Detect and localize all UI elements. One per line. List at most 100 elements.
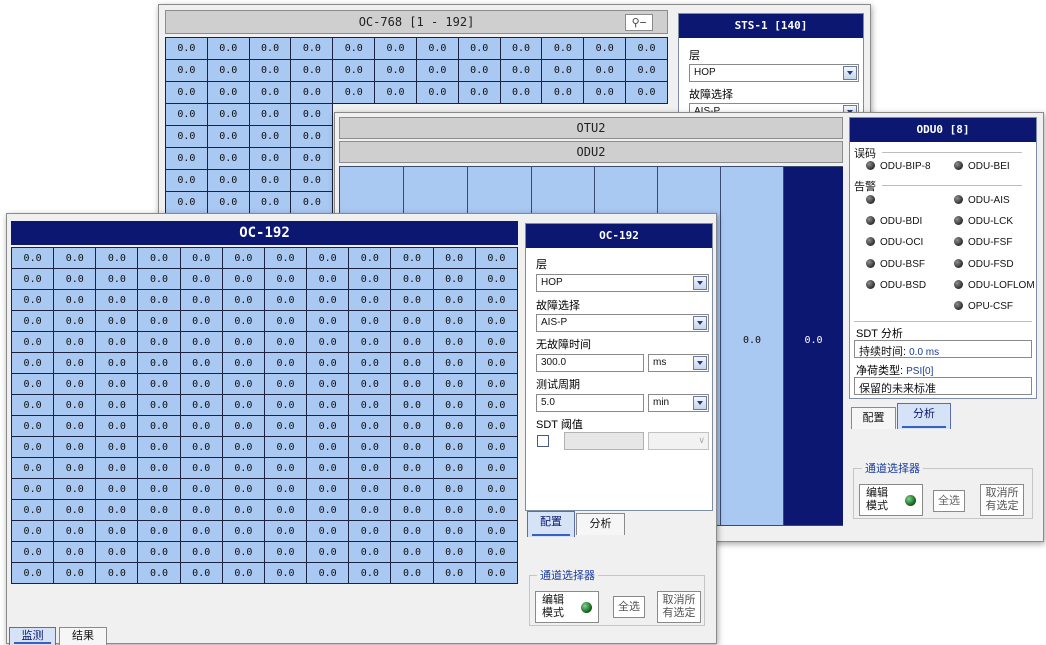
channel-cell[interactable]: 0.0: [137, 268, 181, 290]
channel-cell[interactable]: 0.0: [348, 331, 392, 353]
channel-cell[interactable]: 0.0: [179, 520, 223, 542]
channel-cell[interactable]: 0.0: [179, 541, 223, 563]
channel-cell[interactable]: 0.0: [474, 499, 519, 521]
channel-cell[interactable]: 0.0: [221, 268, 265, 290]
channel-cell[interactable]: 0.0: [179, 478, 223, 500]
channel-cell[interactable]: 0.0: [137, 478, 181, 500]
channel-cell[interactable]: 0.0: [179, 331, 223, 353]
channel-cell[interactable]: 0.0: [137, 415, 181, 437]
channel-cell[interactable]: 0.0: [415, 81, 459, 104]
channel-cell[interactable]: 0.0: [290, 59, 334, 82]
channel-cell[interactable]: 0.0: [474, 541, 519, 563]
channel-cell[interactable]: 0.0: [221, 289, 265, 311]
channel-cell[interactable]: 0.0: [457, 37, 501, 60]
channel-cell[interactable]: 0.0: [10, 415, 55, 437]
tab-config[interactable]: 配置: [527, 511, 575, 537]
channel-cell[interactable]: 0.0: [263, 520, 308, 542]
channel-cell[interactable]: 0.0: [432, 499, 476, 521]
channel-cell[interactable]: 0.0: [95, 310, 139, 332]
channel-cell[interactable]: 0.0: [137, 436, 181, 458]
channel-cell[interactable]: 0.0: [625, 37, 668, 60]
channel-cell[interactable]: 0.0: [625, 59, 668, 82]
channel-cell[interactable]: 0.0: [541, 59, 585, 82]
channel-cell[interactable]: 0.0: [221, 415, 265, 437]
channel-cell[interactable]: 0.0: [583, 37, 627, 60]
channel-cell[interactable]: 0.0: [263, 457, 308, 479]
channel-cell[interactable]: 0.0: [474, 415, 519, 437]
channel-cell[interactable]: 0.0: [206, 81, 250, 104]
channel-cell[interactable]: 0.0: [179, 268, 223, 290]
channel-cell[interactable]: 0.0: [179, 373, 223, 395]
channel-cell[interactable]: 0.0: [432, 289, 476, 311]
channel-cell[interactable]: 0.0: [95, 331, 139, 353]
channel-cell[interactable]: 0.0: [53, 310, 97, 332]
channel-cell[interactable]: 0.0: [10, 562, 55, 584]
channel-cell[interactable]: 0.0: [137, 541, 181, 563]
channel-cell[interactable]: 0.0: [248, 81, 292, 104]
channel-cell[interactable]: 0.0: [390, 541, 434, 563]
channel-cell[interactable]: 0.0: [290, 81, 334, 104]
channel-cell[interactable]: 0.0: [474, 373, 519, 395]
channel-cell[interactable]: 0.0: [263, 541, 308, 563]
channel-cell[interactable]: 0.0: [306, 268, 350, 290]
channel-cell[interactable]: 0.0: [179, 247, 223, 269]
channel-cell[interactable]: 0.0: [390, 415, 434, 437]
channel-cell[interactable]: 0.0: [53, 352, 97, 374]
channel-cell[interactable]: 0.0: [137, 373, 181, 395]
channel-cell[interactable]: 0.0: [474, 457, 519, 479]
channel-cell[interactable]: 0.0: [221, 562, 265, 584]
channel-cell[interactable]: 0.0: [263, 562, 308, 584]
channel-cell[interactable]: 0.0: [137, 310, 181, 332]
period-unit-select[interactable]: min: [648, 394, 709, 412]
channel-cell[interactable]: 0.0: [221, 394, 265, 416]
channel-cell[interactable]: 0.0: [541, 81, 585, 104]
channel-cell[interactable]: 0.0: [137, 457, 181, 479]
channel-cell[interactable]: 0.0: [137, 499, 181, 521]
channel-cell[interactable]: 0.0: [53, 373, 97, 395]
channel-cell[interactable]: 0.0: [474, 394, 519, 416]
channel-cell[interactable]: 0.0: [137, 289, 181, 311]
channel-cell[interactable]: 0.0: [348, 562, 392, 584]
channel-cell[interactable]: 0.0: [390, 268, 434, 290]
channel-cell[interactable]: 0.0: [95, 268, 139, 290]
channel-cell[interactable]: 0.0: [332, 59, 376, 82]
channel-cell[interactable]: 0.0: [263, 268, 308, 290]
channel-cell[interactable]: 0.0: [541, 37, 585, 60]
channel-cell[interactable]: 0.0: [179, 394, 223, 416]
channel-cell[interactable]: 0.0: [248, 147, 292, 170]
odu-col-selected[interactable]: 0.0: [784, 167, 843, 525]
channel-cell[interactable]: 0.0: [432, 352, 476, 374]
channel-cell[interactable]: 0.0: [10, 436, 55, 458]
channel-cell[interactable]: 0.0: [179, 352, 223, 374]
channel-cell[interactable]: 0.0: [474, 562, 519, 584]
channel-cell[interactable]: 0.0: [95, 478, 139, 500]
channel-cell[interactable]: 0.0: [95, 562, 139, 584]
channel-cell[interactable]: 0.0: [165, 125, 208, 148]
channel-cell[interactable]: 0.0: [248, 37, 292, 60]
channel-cell[interactable]: 0.0: [263, 478, 308, 500]
channel-cell[interactable]: 0.0: [432, 541, 476, 563]
channel-cell[interactable]: 0.0: [206, 37, 250, 60]
channel-cell[interactable]: 0.0: [179, 310, 223, 332]
channel-cell[interactable]: 0.0: [95, 499, 139, 521]
zoom-out-icon[interactable]: ⚲−: [625, 14, 653, 31]
channel-cell[interactable]: 0.0: [415, 59, 459, 82]
channel-cell[interactable]: 0.0: [137, 394, 181, 416]
channel-cell[interactable]: 0.0: [374, 59, 417, 82]
fault-select[interactable]: AIS-P: [536, 314, 709, 332]
channel-cell[interactable]: 0.0: [457, 81, 501, 104]
channel-cell[interactable]: 0.0: [95, 394, 139, 416]
channel-cell[interactable]: 0.0: [179, 499, 223, 521]
channel-cell[interactable]: 0.0: [390, 289, 434, 311]
channel-cell[interactable]: 0.0: [306, 289, 350, 311]
channel-cell[interactable]: 0.0: [263, 352, 308, 374]
channel-cell[interactable]: 0.0: [390, 436, 434, 458]
channel-cell[interactable]: 0.0: [306, 247, 350, 269]
channel-cell[interactable]: 0.0: [165, 103, 208, 126]
channel-cell[interactable]: 0.0: [474, 289, 519, 311]
channel-cell[interactable]: 0.0: [248, 191, 292, 214]
channel-cell[interactable]: 0.0: [263, 331, 308, 353]
channel-cell[interactable]: 0.0: [206, 147, 250, 170]
channel-cell[interactable]: 0.0: [10, 352, 55, 374]
period-input[interactable]: 5.0: [536, 394, 644, 412]
